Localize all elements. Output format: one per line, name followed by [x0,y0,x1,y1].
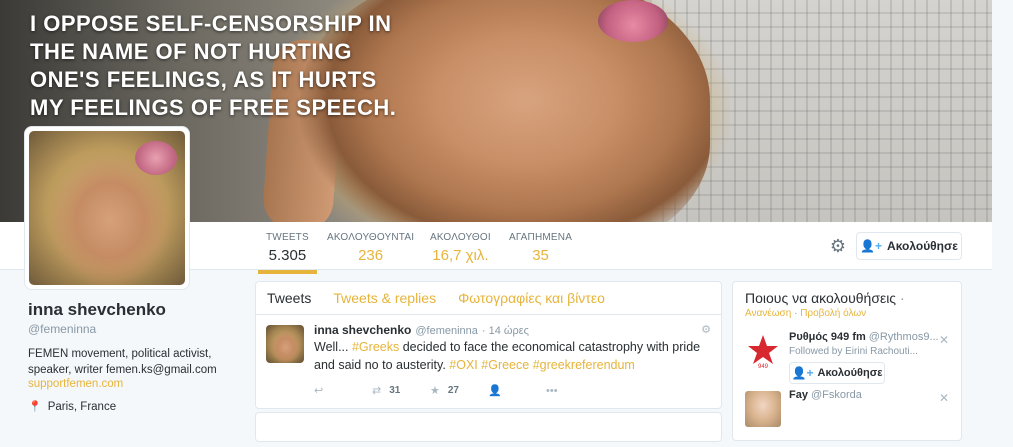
banner-flower [598,0,668,42]
retweet-count: 31 [389,385,401,396]
profile-bio: FEMEN movement, political activist, spea… [28,348,217,376]
profile-handle[interactable]: @femeninna [28,322,238,336]
suggestion-handle[interactable]: @Fskorda [811,389,862,401]
stat-followers[interactable]: ΑΚΟΛΟΥΘΟΙ 16,7 χιλ. [430,232,491,264]
profile-link[interactable]: supportfemen.com [28,378,238,390]
user-plus-icon: 👤+ [860,239,883,253]
more-action[interactable]: ••• [546,384,604,397]
dismiss-icon[interactable]: ✕ [939,333,949,347]
user-plus-icon: 👤+ [791,366,814,380]
reply-action[interactable]: ↩ [314,384,372,397]
avatar-flower [135,141,177,175]
suggestion-name-row: Ρυθμός 949 fm @Rythmos9... [789,331,949,343]
tweet-text: Well... #Greeks decided to face the econ… [314,338,709,374]
profile-avatar[interactable] [24,126,190,290]
tweet-actions: ↩ ⇄ 31 ★ 27 👤 ••• [314,384,709,398]
suggestion-item[interactable]: 949 Ρυθμός 949 fm @Rythmos9... Followed … [745,331,949,389]
follow-button-label: Ακολούθησε [887,239,958,253]
suggestion-avatar[interactable]: 949 [745,333,781,370]
suggestion-item[interactable]: Fay @Fskorda ✕ [745,389,949,447]
tweet-author-handle[interactable]: @femeninna [415,325,478,337]
suggestion-follow-label: Ακολούθησε [817,367,883,379]
follow-button[interactable]: 👤+ Ακολούθησε [856,232,962,260]
stat-label: ΑΓΑΠΗΜΕΝΑ [509,232,573,243]
dismiss-icon[interactable]: ✕ [939,391,949,405]
gear-icon[interactable]: ⚙ [828,236,848,256]
hashtag-link[interactable]: #Greeks [352,340,399,354]
retweet-icon: ⇄ [372,385,382,397]
timeline-tabs: Tweets Tweets & replies Φωτογραφίες και … [256,282,721,315]
title-separator: · [899,290,905,306]
tweet-author-name[interactable]: inna shevchenko [314,323,411,337]
tab-tweets[interactable]: Tweets [267,290,311,306]
suggestion-handle[interactable]: @Rythmos9... [869,331,939,343]
location-pin-icon: 📍 [28,401,42,413]
suggestion-follow-button[interactable]: 👤+ Ακολούθησε [789,362,885,384]
stat-label: TWEETS [266,232,309,243]
banner-quote: I oppose self-censorship in the name of … [30,11,397,120]
hashtag-link[interactable]: #OXI [449,358,478,372]
timeline-panel: Tweets Tweets & replies Φωτογραφίες και … [255,281,722,409]
follow-author-action[interactable]: 👤 [488,384,546,397]
suggestion-name[interactable]: Fay [789,389,808,401]
stat-tweets[interactable]: TWEETS 5.305 [258,232,317,274]
stat-following[interactable]: ΑΚΟΛΟΥΘΟΥΝΤΑΙ 236 [327,232,414,264]
tweet-timestamp[interactable]: · 14 ώρες [482,325,529,337]
refresh-link[interactable]: Ανανέωση [745,308,791,319]
stat-favorites[interactable]: ΑΓΑΠΗΜΕΝΑ 35 [509,232,572,264]
location-text: Paris, France [47,400,117,413]
tab-photos-videos[interactable]: Φωτογραφίες και βίντεο [458,290,605,306]
tweet-header: inna shevchenko @femeninna · 14 ώρες [314,323,709,337]
who-to-follow-title: Ποιους να ακολουθήσεις · [745,290,949,306]
user-plus-icon: 👤 [488,385,502,397]
link-separator: · [794,308,798,319]
stat-value: 16,7 χιλ. [432,247,489,264]
profile-location: 📍 Paris, France [28,400,238,414]
stat-value: 236 [358,247,384,264]
reply-icon: ↩ [314,385,324,397]
followed-by-text: Followed by Eirini Rachouti... [789,346,918,357]
star-icon: ★ [430,385,440,397]
who-to-follow-panel: Ποιους να ακολουθήσεις · Ανανέωση · Προβ… [732,281,962,441]
retweet-action[interactable]: ⇄ 31 [372,384,430,397]
avatar-image [29,131,185,285]
tweet-text-part: Well... [314,340,352,354]
hashtag-link[interactable]: #Greece [481,358,529,372]
more-icon: ••• [546,384,558,397]
favorite-action[interactable]: ★ 27 [430,384,488,397]
stat-label: ΑΚΟΛΟΥΘΟΙ [430,232,491,243]
stat-label: ΑΚΟΛΟΥΘΟΥΝΤΑΙ [327,232,415,243]
who-to-follow-links: Ανανέωση · Προβολή όλων [745,308,949,319]
suggestion-name-row: Fay @Fskorda [789,389,949,401]
tweet-avatar[interactable] [266,325,304,363]
stat-value: 35 [532,247,549,264]
who-to-follow-title-text: Ποιους να ακολουθήσεις [745,290,897,306]
favorite-count: 27 [447,385,459,396]
svg-text:949: 949 [758,364,769,369]
timeline-next-item [255,412,722,442]
profile-card: inna shevchenko @femeninna FEMEN movemen… [28,300,238,413]
suggestion-avatar[interactable] [745,391,781,427]
tweet-item[interactable]: inna shevchenko @femeninna · 14 ώρες ⚙ W… [256,315,721,409]
view-all-link[interactable]: Προβολή όλων [800,308,866,319]
suggestion-name[interactable]: Ρυθμός 949 fm [789,331,866,343]
profile-name[interactable]: inna shevchenko [28,300,238,320]
tab-tweets-replies[interactable]: Tweets & replies [333,290,436,306]
radio-logo-icon: 949 [748,335,778,370]
tweet-menu-icon[interactable]: ⚙ [701,323,711,336]
hashtag-link[interactable]: #greekreferendum [533,358,635,372]
stat-value: 5.305 [268,247,307,264]
